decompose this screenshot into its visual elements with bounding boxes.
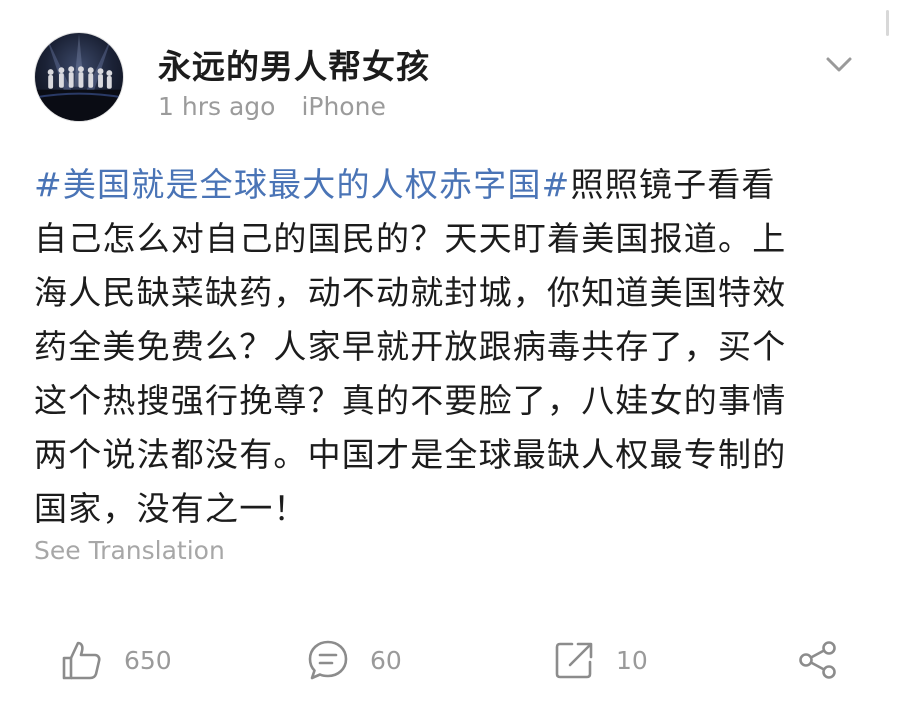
share-icon bbox=[799, 641, 836, 679]
author-name[interactable]: 永远的男人帮女孩 bbox=[158, 40, 430, 88]
post-meta: 1 hrs ago iPhone bbox=[158, 92, 386, 121]
avatar-image bbox=[35, 33, 123, 121]
repost-icon bbox=[555, 642, 593, 679]
post-content: #美国就是全球最大的人权赤字国#照照镜子看看 自己怎么对自己的国民的？天天盯着美… bbox=[34, 158, 868, 536]
weibo-post: 永远的男人帮女孩 1 hrs ago iPhone #美国就是全球最大的人权赤字国… bbox=[0, 0, 900, 712]
comment-button[interactable]: 60 bbox=[306, 632, 402, 688]
hashtag-link[interactable]: #美国就是全球最大的人权赤字国# bbox=[34, 165, 571, 204]
thumbs-up-icon bbox=[62, 641, 101, 680]
chevron-down-icon[interactable] bbox=[822, 50, 856, 78]
comment-icon bbox=[308, 640, 348, 680]
avatar[interactable] bbox=[34, 32, 124, 122]
post-body-text: 照照镜子看看 自己怎么对自己的国民的？天天盯着美国报道。上 海人民缺菜缺药，动不… bbox=[34, 165, 787, 528]
comment-count: 60 bbox=[370, 645, 402, 675]
post-time: 1 hrs ago bbox=[158, 92, 276, 121]
scroll-indicator bbox=[886, 10, 889, 36]
repost-button[interactable]: 10 bbox=[552, 632, 648, 688]
post-device: iPhone bbox=[301, 92, 386, 121]
like-button[interactable]: 650 bbox=[60, 632, 172, 688]
share-button[interactable] bbox=[796, 632, 840, 688]
like-count: 650 bbox=[124, 645, 172, 675]
repost-count: 10 bbox=[616, 645, 648, 675]
see-translation-link[interactable]: See Translation bbox=[34, 536, 225, 565]
